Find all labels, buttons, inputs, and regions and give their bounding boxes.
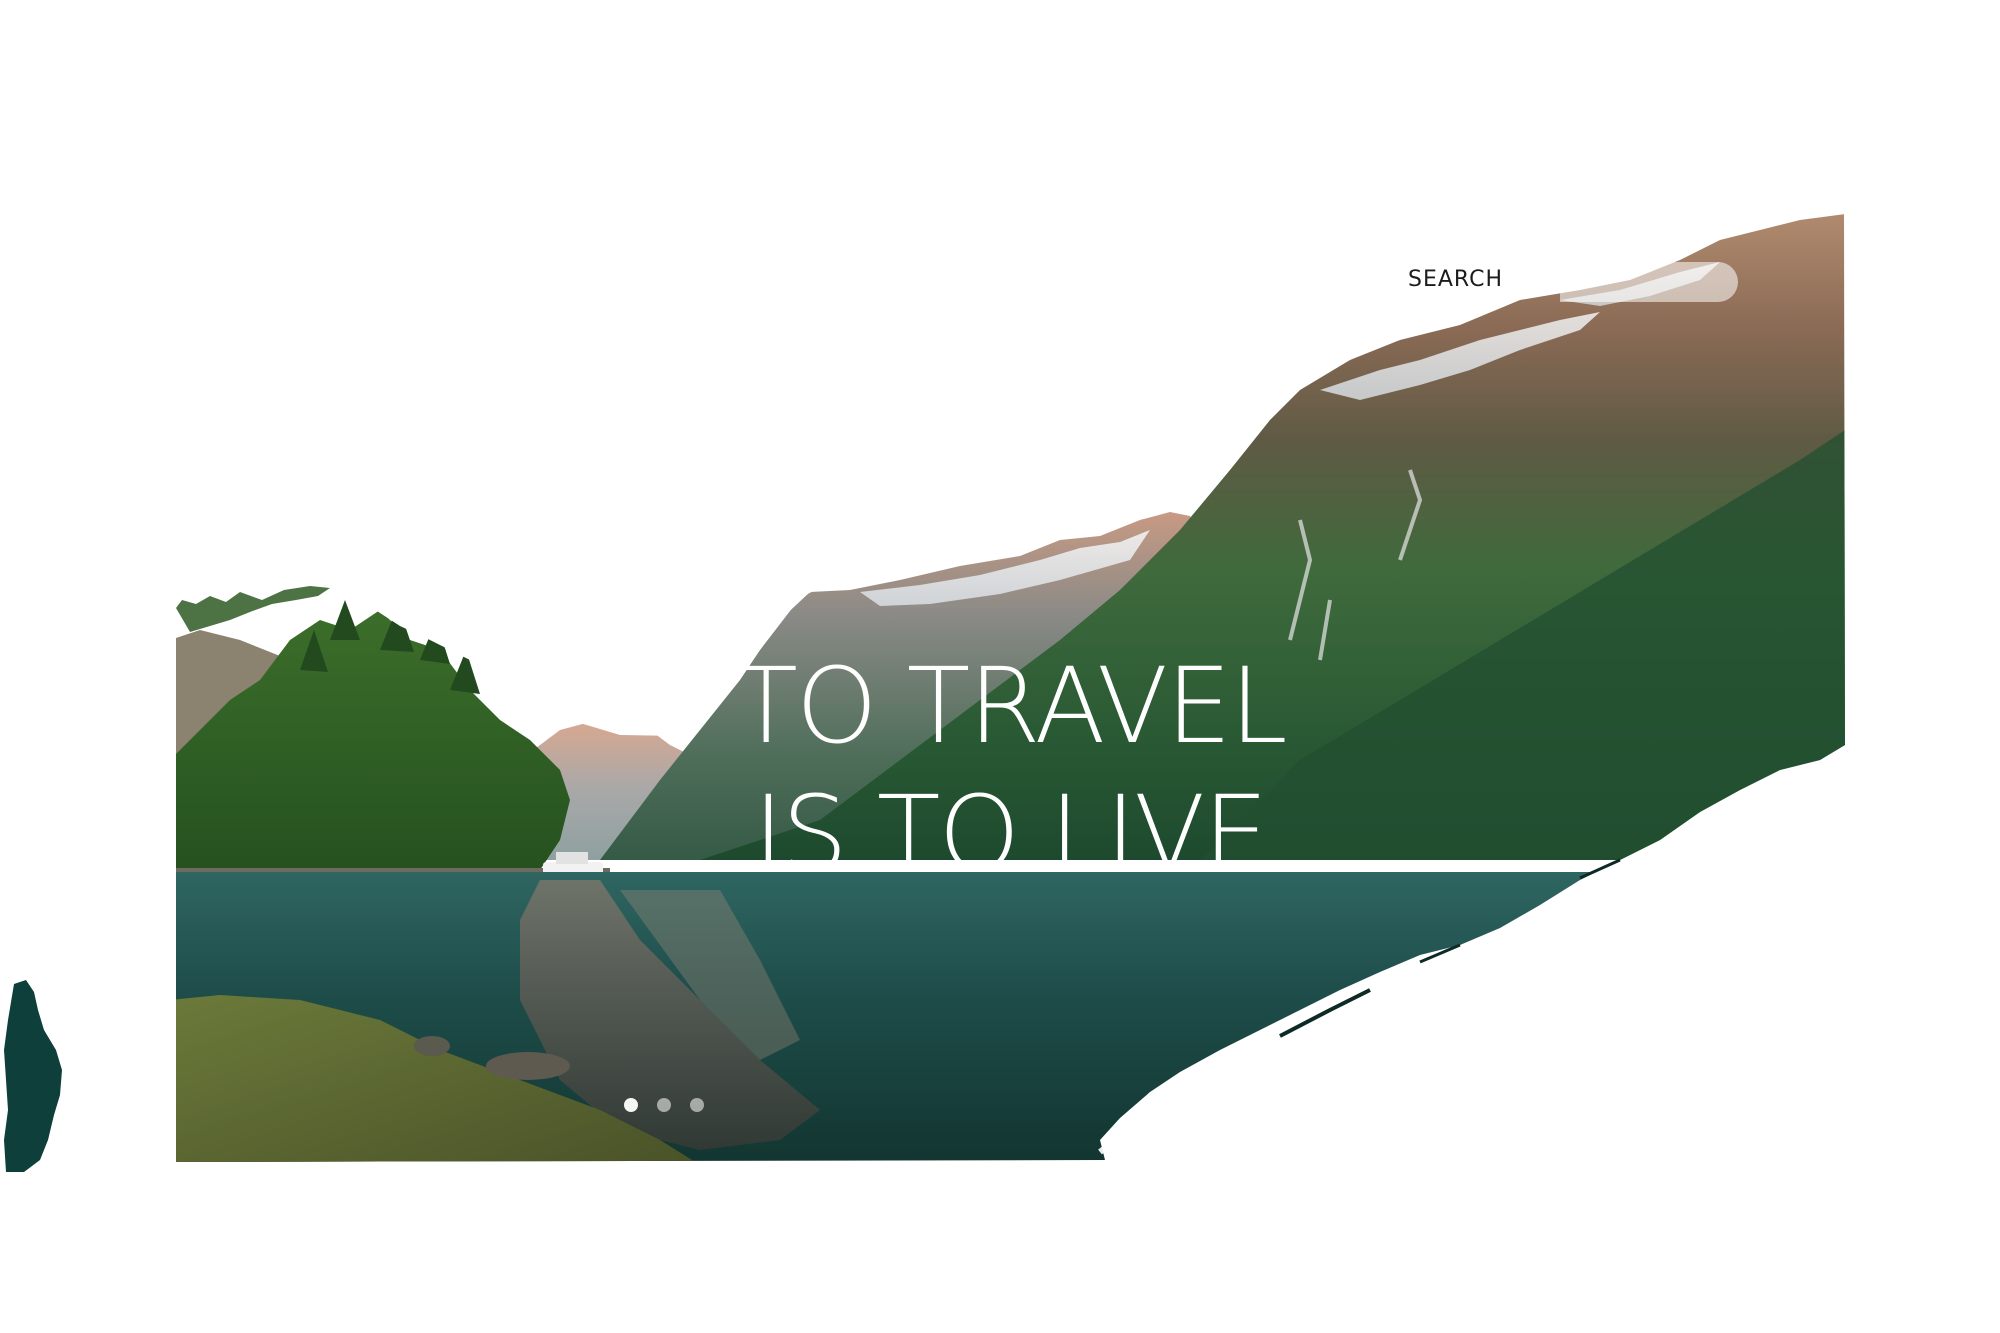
hero-page: SEARCH TO TRAVEL IS TO LIVE xyxy=(0,0,2000,1333)
carousel-dot-2[interactable] xyxy=(657,1098,671,1112)
brush-ink-blob xyxy=(4,980,62,1172)
search-input[interactable] xyxy=(1560,262,1738,302)
search-bar[interactable]: SEARCH xyxy=(1400,262,1740,312)
carousel-dot-3[interactable] xyxy=(690,1098,704,1112)
hero-headline: TO TRAVEL IS TO LIVE xyxy=(700,642,1320,898)
carousel-indicators xyxy=(624,1098,704,1118)
search-label: SEARCH xyxy=(1408,267,1504,292)
carousel-dot-1[interactable] xyxy=(624,1098,638,1112)
hero-headline-line1: TO TRAVEL xyxy=(734,645,1287,767)
hero-headline-line2: IS TO LIVE xyxy=(753,773,1269,895)
